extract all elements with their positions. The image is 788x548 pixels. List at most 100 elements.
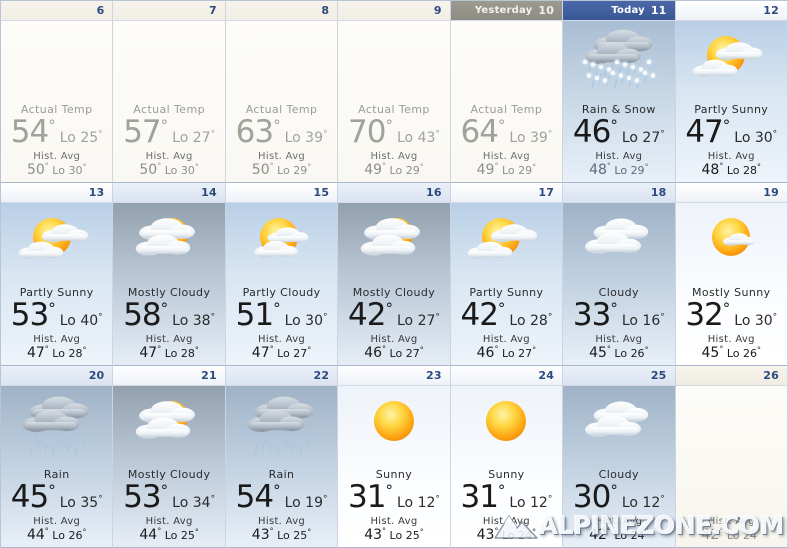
high-temp: 30°	[572, 478, 618, 515]
hist-avg-values: 47° Lo 28°	[139, 344, 199, 361]
day-cell-12[interactable]: 12 Partly Sunny 47° Lo 30° Hist. Avg 48° Lo …	[675, 1, 788, 184]
day-cell-24[interactable]: 24 Sunny 31° Lo 12° Hist. Avg 43° Lo 24°	[450, 365, 564, 548]
hist-avg-label: Hist. Avg	[145, 333, 193, 345]
day-number: 15	[313, 186, 330, 200]
day-cell-20[interactable]: 20 Rain 45° Lo 35° Hist. Avg 44° Lo 26°	[1, 365, 114, 548]
day-cell-10[interactable]: Yesterday 10 Actual Temp 64° Lo 39° Hist. Avg…	[450, 1, 564, 184]
day-number: 18	[650, 186, 667, 200]
degree-symbol: °	[497, 299, 506, 318]
day-body-26: Hist. Avg 42° Lo 24°	[675, 385, 787, 547]
temperature-row: 63° Lo 39°	[236, 117, 328, 148]
low-temp: Lo 34°	[172, 494, 216, 511]
day-cell-18[interactable]: 18 Cloudy 33° Lo 16° Hist. Avg 45° Lo 26°	[563, 183, 676, 366]
high-temp: 31°	[348, 478, 394, 515]
hist-avg-label: Hist. Avg	[370, 151, 418, 163]
mostly-sunny-icon	[676, 205, 787, 279]
hist-avg-low: Lo 24°	[501, 527, 537, 542]
rain-icon	[226, 388, 337, 462]
temperature-row: 57° Lo 27°	[123, 117, 215, 148]
day-cell-9[interactable]: 9 Actual Temp 70° Lo 43° Hist. Avg 49° Lo 29°	[338, 1, 451, 184]
day-header-9: 9	[338, 1, 450, 21]
degree-symbol: °	[610, 481, 618, 500]
day-body-7: Actual Temp 57° Lo 27° Hist. Avg 50° Lo 30°	[113, 21, 225, 183]
day-cell-23[interactable]: 23 Sunny 31° Lo 12° Hist. Avg 43° Lo 25°	[338, 365, 451, 548]
temperature-row: 53° Lo 40°	[11, 299, 103, 330]
calendar-week-row: 20 Rain 45° Lo 35° Hist. Avg 44° Lo 26° 21 Mo…	[1, 365, 788, 548]
mostly-cloudy-icon	[113, 205, 224, 279]
degree-symbol: °	[385, 481, 394, 500]
hist-avg-label: Hist. Avg	[595, 333, 643, 345]
day-body-15: Partly Cloudy 51° Lo 30° Hist. Avg 47° Lo 27…	[225, 203, 338, 365]
temperature-row: 46° Lo 27°	[573, 117, 665, 148]
day-cell-15[interactable]: 15 Partly Cloudy 51° Lo 30° Hist. Avg 47° Lo…	[225, 183, 339, 366]
hist-avg-low: Lo 25°	[164, 527, 199, 542]
degree-symbol: °	[722, 117, 731, 135]
day-cell-11[interactable]: Today 11 Rain & Snow 46° Lo 27° Hist. Avg 48°…	[563, 1, 676, 184]
hist-avg-low: Lo 24°	[726, 527, 761, 542]
high-temp: 31°	[460, 478, 506, 515]
hist-avg-low: Lo 25°	[389, 527, 424, 542]
day-cell-14[interactable]: 14 Mostly Cloudy 58° Lo 38° Hist. Avg 47° Lo…	[113, 183, 226, 366]
day-number: 7	[208, 4, 217, 17]
hist-avg-high: 43	[364, 526, 383, 543]
low-temp: Lo 39°	[284, 129, 328, 147]
hist-avg-high: 49	[364, 162, 383, 179]
day-cell-8[interactable]: 8 Actual Temp 63° Lo 39° Hist. Avg 50° Lo 29°	[225, 1, 339, 184]
temperature-row: 42° Lo 27°	[348, 296, 440, 333]
hist-avg-high: 42	[589, 526, 607, 543]
day-body-18: Cloudy 33° Lo 16° Hist. Avg 45° Lo 26°	[563, 203, 675, 365]
day-header-7: 7	[113, 1, 225, 21]
day-header-11: Today 11	[563, 1, 675, 21]
day-number: 11	[650, 4, 667, 17]
day-header-18: 18	[563, 183, 675, 204]
hist-avg-label: Hist. Avg	[33, 515, 81, 527]
day-cell-22[interactable]: 22 Rain 54° Lo 19° Hist. Avg 43° Lo 25°	[225, 365, 339, 548]
hist-avg-low: Lo 25°	[277, 527, 312, 542]
hist-avg-high: 43	[476, 526, 495, 543]
day-label: Today	[611, 5, 645, 16]
high-temp: 64°	[460, 114, 506, 151]
hist-avg-low: Lo 28°	[164, 345, 199, 360]
day-cell-21[interactable]: 21 Mostly Cloudy 53° Lo 34° Hist. Avg 44° Lo…	[113, 365, 226, 548]
hist-avg-high: 47	[139, 344, 158, 361]
degree-symbol: °	[722, 299, 731, 318]
low-temp: Lo 27°	[621, 129, 665, 147]
hist-avg-label: Hist. Avg	[33, 333, 81, 345]
day-cell-13[interactable]: 13 Partly Sunny 53° Lo 40° Hist. Avg 47° Lo …	[1, 183, 114, 366]
low-temp: Lo 39°	[509, 129, 553, 147]
day-cell-17[interactable]: 17 Partly Sunny 42° Lo 28° Hist. Avg 46° Lo …	[450, 183, 564, 366]
temperature-row: 31° Lo 12°	[348, 478, 440, 515]
day-header-22: 22	[225, 365, 338, 386]
day-cell-6[interactable]: 6 Actual Temp 54° Lo 25° Hist. Avg 50° Lo 30°	[1, 1, 114, 184]
degree-symbol: °	[610, 117, 618, 135]
day-cell-25[interactable]: 25 Cloudy 30° Lo 12° Hist. Avg 42° Lo 24°	[563, 365, 676, 548]
day-header-26: 26	[675, 365, 787, 386]
low-temp: Lo 12°	[621, 494, 665, 511]
hist-avg-high: 49	[476, 162, 495, 179]
low-temp: Lo 38°	[172, 312, 216, 329]
high-temp: 54°	[10, 114, 56, 151]
day-number: 6	[96, 4, 105, 17]
hist-avg-low: Lo 29°	[277, 162, 312, 178]
low-temp: Lo 30°	[734, 129, 778, 147]
hist-avg-values: 46° Lo 27°	[364, 344, 424, 361]
hist-avg-low: Lo 26°	[52, 527, 87, 542]
hist-avg-values: 43° Lo 24°	[476, 526, 537, 543]
day-cell-19[interactable]: 19 Mostly Sunny 32° Lo 30° Hist. Avg 45° Lo …	[675, 183, 788, 366]
mostly-cloudy-icon	[113, 388, 224, 462]
hist-avg-low: Lo 26°	[726, 345, 761, 360]
hist-avg-values: 50° Lo 29°	[251, 161, 312, 179]
day-header-13: 13	[1, 183, 113, 204]
temperature-row: 33° Lo 16°	[573, 299, 665, 330]
day-number: 8	[321, 4, 330, 17]
day-cell-7[interactable]: 7 Actual Temp 57° Lo 27° Hist. Avg 50° Lo 30°	[113, 1, 226, 184]
day-cell-16[interactable]: 16 Mostly Cloudy 42° Lo 27° Hist. Avg 46° Lo…	[338, 183, 451, 366]
high-temp: 42°	[348, 296, 393, 333]
hist-avg-label: Hist. Avg	[145, 151, 193, 163]
temperature-row: 51° Lo 30°	[236, 299, 328, 330]
temperature-row: 42° Lo 28°	[460, 299, 552, 330]
day-cell-26[interactable]: 26 Hist. Avg 42° Lo 24°	[675, 365, 788, 548]
hist-avg-label: Hist. Avg	[707, 333, 755, 345]
day-header-6: 6	[1, 1, 113, 21]
hist-avg-values: 48° Lo 29°	[589, 161, 649, 179]
